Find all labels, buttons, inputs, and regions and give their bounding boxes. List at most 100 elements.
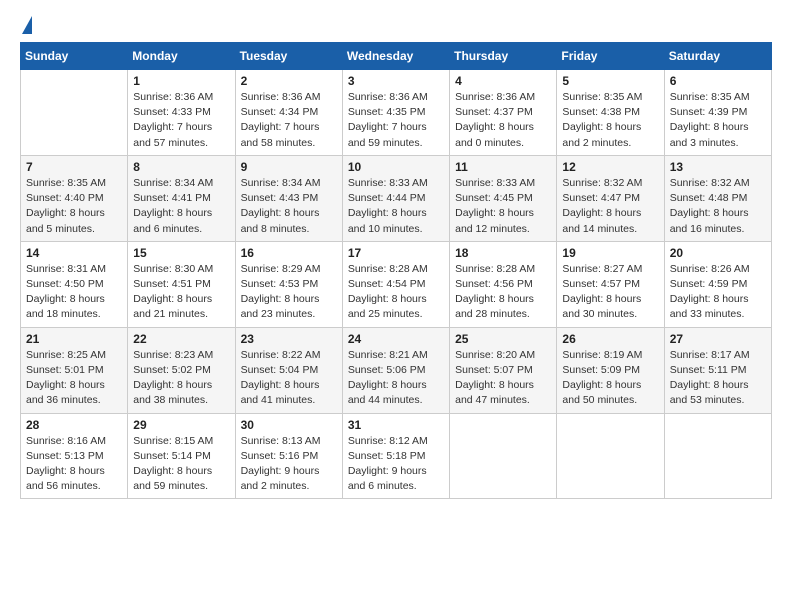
- day-info: Sunrise: 8:27 AMSunset: 4:57 PMDaylight:…: [562, 262, 658, 323]
- header: [20, 16, 772, 34]
- day-number: 5: [562, 74, 658, 88]
- day-cell: 18 Sunrise: 8:28 AMSunset: 4:56 PMDaylig…: [450, 241, 557, 327]
- day-number: 3: [348, 74, 444, 88]
- day-cell: 30 Sunrise: 8:13 AMSunset: 5:16 PMDaylig…: [235, 413, 342, 499]
- day-number: 8: [133, 160, 229, 174]
- day-cell: 7 Sunrise: 8:35 AMSunset: 4:40 PMDayligh…: [21, 155, 128, 241]
- day-number: 18: [455, 246, 551, 260]
- day-number: 21: [26, 332, 122, 346]
- day-info: Sunrise: 8:36 AMSunset: 4:35 PMDaylight:…: [348, 90, 444, 151]
- day-cell: 22 Sunrise: 8:23 AMSunset: 5:02 PMDaylig…: [128, 327, 235, 413]
- week-row-4: 21 Sunrise: 8:25 AMSunset: 5:01 PMDaylig…: [21, 327, 772, 413]
- page: SundayMondayTuesdayWednesdayThursdayFrid…: [0, 0, 792, 612]
- day-info: Sunrise: 8:32 AMSunset: 4:48 PMDaylight:…: [670, 176, 766, 237]
- weekday-header-sunday: Sunday: [21, 43, 128, 70]
- day-info: Sunrise: 8:25 AMSunset: 5:01 PMDaylight:…: [26, 348, 122, 409]
- day-number: 28: [26, 418, 122, 432]
- day-cell: 29 Sunrise: 8:15 AMSunset: 5:14 PMDaylig…: [128, 413, 235, 499]
- day-cell: 4 Sunrise: 8:36 AMSunset: 4:37 PMDayligh…: [450, 70, 557, 156]
- day-cell: 5 Sunrise: 8:35 AMSunset: 4:38 PMDayligh…: [557, 70, 664, 156]
- day-cell: 13 Sunrise: 8:32 AMSunset: 4:48 PMDaylig…: [664, 155, 771, 241]
- day-number: 25: [455, 332, 551, 346]
- day-cell: 27 Sunrise: 8:17 AMSunset: 5:11 PMDaylig…: [664, 327, 771, 413]
- day-cell: [664, 413, 771, 499]
- day-info: Sunrise: 8:15 AMSunset: 5:14 PMDaylight:…: [133, 434, 229, 495]
- day-info: Sunrise: 8:35 AMSunset: 4:40 PMDaylight:…: [26, 176, 122, 237]
- day-cell: 8 Sunrise: 8:34 AMSunset: 4:41 PMDayligh…: [128, 155, 235, 241]
- day-cell: [450, 413, 557, 499]
- day-cell: 9 Sunrise: 8:34 AMSunset: 4:43 PMDayligh…: [235, 155, 342, 241]
- day-number: 30: [241, 418, 337, 432]
- day-info: Sunrise: 8:36 AMSunset: 4:37 PMDaylight:…: [455, 90, 551, 151]
- day-cell: 17 Sunrise: 8:28 AMSunset: 4:54 PMDaylig…: [342, 241, 449, 327]
- day-cell: 16 Sunrise: 8:29 AMSunset: 4:53 PMDaylig…: [235, 241, 342, 327]
- week-row-1: 1 Sunrise: 8:36 AMSunset: 4:33 PMDayligh…: [21, 70, 772, 156]
- day-number: 12: [562, 160, 658, 174]
- day-number: 24: [348, 332, 444, 346]
- day-cell: 31 Sunrise: 8:12 AMSunset: 5:18 PMDaylig…: [342, 413, 449, 499]
- weekday-header-tuesday: Tuesday: [235, 43, 342, 70]
- day-cell: 6 Sunrise: 8:35 AMSunset: 4:39 PMDayligh…: [664, 70, 771, 156]
- day-info: Sunrise: 8:32 AMSunset: 4:47 PMDaylight:…: [562, 176, 658, 237]
- day-number: 9: [241, 160, 337, 174]
- day-info: Sunrise: 8:36 AMSunset: 4:34 PMDaylight:…: [241, 90, 337, 151]
- day-number: 4: [455, 74, 551, 88]
- day-cell: 15 Sunrise: 8:30 AMSunset: 4:51 PMDaylig…: [128, 241, 235, 327]
- day-number: 22: [133, 332, 229, 346]
- day-number: 29: [133, 418, 229, 432]
- day-info: Sunrise: 8:33 AMSunset: 4:45 PMDaylight:…: [455, 176, 551, 237]
- day-info: Sunrise: 8:35 AMSunset: 4:38 PMDaylight:…: [562, 90, 658, 151]
- day-info: Sunrise: 8:29 AMSunset: 4:53 PMDaylight:…: [241, 262, 337, 323]
- weekday-header-friday: Friday: [557, 43, 664, 70]
- day-cell: 26 Sunrise: 8:19 AMSunset: 5:09 PMDaylig…: [557, 327, 664, 413]
- day-info: Sunrise: 8:13 AMSunset: 5:16 PMDaylight:…: [241, 434, 337, 495]
- logo: [20, 16, 32, 34]
- day-info: Sunrise: 8:23 AMSunset: 5:02 PMDaylight:…: [133, 348, 229, 409]
- day-number: 15: [133, 246, 229, 260]
- day-cell: 12 Sunrise: 8:32 AMSunset: 4:47 PMDaylig…: [557, 155, 664, 241]
- day-info: Sunrise: 8:33 AMSunset: 4:44 PMDaylight:…: [348, 176, 444, 237]
- day-cell: 11 Sunrise: 8:33 AMSunset: 4:45 PMDaylig…: [450, 155, 557, 241]
- day-cell: 10 Sunrise: 8:33 AMSunset: 4:44 PMDaylig…: [342, 155, 449, 241]
- day-number: 6: [670, 74, 766, 88]
- day-number: 1: [133, 74, 229, 88]
- day-number: 2: [241, 74, 337, 88]
- week-row-5: 28 Sunrise: 8:16 AMSunset: 5:13 PMDaylig…: [21, 413, 772, 499]
- weekday-header-thursday: Thursday: [450, 43, 557, 70]
- day-info: Sunrise: 8:22 AMSunset: 5:04 PMDaylight:…: [241, 348, 337, 409]
- weekday-header-row: SundayMondayTuesdayWednesdayThursdayFrid…: [21, 43, 772, 70]
- week-row-3: 14 Sunrise: 8:31 AMSunset: 4:50 PMDaylig…: [21, 241, 772, 327]
- day-number: 17: [348, 246, 444, 260]
- day-info: Sunrise: 8:16 AMSunset: 5:13 PMDaylight:…: [26, 434, 122, 495]
- day-number: 13: [670, 160, 766, 174]
- day-number: 20: [670, 246, 766, 260]
- day-cell: 24 Sunrise: 8:21 AMSunset: 5:06 PMDaylig…: [342, 327, 449, 413]
- day-info: Sunrise: 8:35 AMSunset: 4:39 PMDaylight:…: [670, 90, 766, 151]
- day-number: 19: [562, 246, 658, 260]
- calendar-table: SundayMondayTuesdayWednesdayThursdayFrid…: [20, 42, 772, 499]
- day-info: Sunrise: 8:20 AMSunset: 5:07 PMDaylight:…: [455, 348, 551, 409]
- day-cell: 20 Sunrise: 8:26 AMSunset: 4:59 PMDaylig…: [664, 241, 771, 327]
- day-number: 10: [348, 160, 444, 174]
- day-number: 11: [455, 160, 551, 174]
- day-cell: 14 Sunrise: 8:31 AMSunset: 4:50 PMDaylig…: [21, 241, 128, 327]
- logo-triangle-icon: [22, 16, 32, 34]
- day-info: Sunrise: 8:31 AMSunset: 4:50 PMDaylight:…: [26, 262, 122, 323]
- day-cell: 19 Sunrise: 8:27 AMSunset: 4:57 PMDaylig…: [557, 241, 664, 327]
- day-cell: 23 Sunrise: 8:22 AMSunset: 5:04 PMDaylig…: [235, 327, 342, 413]
- day-info: Sunrise: 8:28 AMSunset: 4:56 PMDaylight:…: [455, 262, 551, 323]
- day-cell: 1 Sunrise: 8:36 AMSunset: 4:33 PMDayligh…: [128, 70, 235, 156]
- day-info: Sunrise: 8:12 AMSunset: 5:18 PMDaylight:…: [348, 434, 444, 495]
- day-cell: 3 Sunrise: 8:36 AMSunset: 4:35 PMDayligh…: [342, 70, 449, 156]
- day-number: 14: [26, 246, 122, 260]
- day-info: Sunrise: 8:36 AMSunset: 4:33 PMDaylight:…: [133, 90, 229, 151]
- day-info: Sunrise: 8:17 AMSunset: 5:11 PMDaylight:…: [670, 348, 766, 409]
- day-info: Sunrise: 8:19 AMSunset: 5:09 PMDaylight:…: [562, 348, 658, 409]
- weekday-header-saturday: Saturday: [664, 43, 771, 70]
- day-info: Sunrise: 8:21 AMSunset: 5:06 PMDaylight:…: [348, 348, 444, 409]
- day-number: 27: [670, 332, 766, 346]
- day-info: Sunrise: 8:26 AMSunset: 4:59 PMDaylight:…: [670, 262, 766, 323]
- day-number: 16: [241, 246, 337, 260]
- day-info: Sunrise: 8:30 AMSunset: 4:51 PMDaylight:…: [133, 262, 229, 323]
- day-number: 23: [241, 332, 337, 346]
